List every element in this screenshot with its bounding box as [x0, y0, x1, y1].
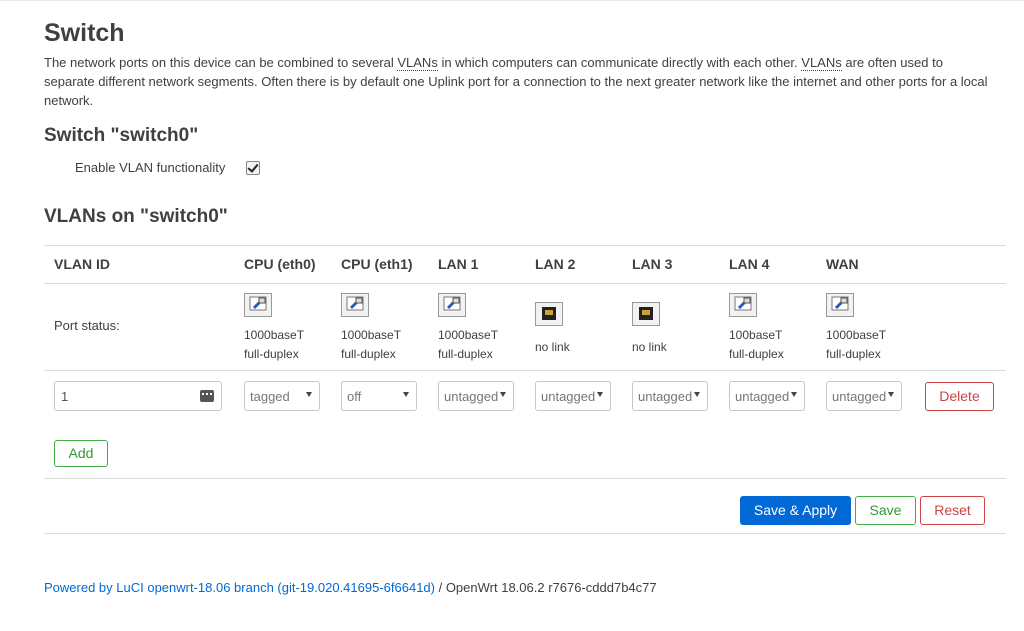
- port-status-divider: [44, 370, 1006, 371]
- select-cpu-eth0[interactable]: tagged: [244, 381, 320, 411]
- port-status-wan: 1000baseT full-duplex: [826, 293, 886, 364]
- table-top-border: [44, 245, 1006, 246]
- col-header-cpu-eth0: CPU (eth0): [244, 256, 316, 272]
- port-connected-icon: [826, 293, 854, 317]
- dropdown-arrow-icon: [888, 392, 894, 397]
- luci-link[interactable]: Powered by LuCI openwrt-18.06 branch (gi…: [44, 580, 435, 595]
- port-status-label: Port status:: [54, 318, 120, 333]
- col-header-lan1: LAN 1: [438, 256, 479, 272]
- page-title: Switch: [44, 19, 125, 47]
- port-status-cpu-eth1: 1000baseT full-duplex: [341, 293, 401, 364]
- dropdown-arrow-icon: [791, 392, 797, 397]
- col-header-wan: WAN: [826, 256, 859, 272]
- enable-vlan-checkbox[interactable]: [246, 160, 261, 175]
- port-connected-icon: [244, 293, 272, 317]
- page-description: The network ports on this device can be …: [44, 55, 988, 108]
- dropdown-arrow-icon: [694, 392, 700, 397]
- select-lan4[interactable]: untagged: [729, 381, 805, 411]
- dropdown-arrow-icon: [403, 392, 409, 397]
- select-wan[interactable]: untagged: [826, 381, 902, 411]
- vlan-id-value: 1: [61, 389, 69, 404]
- top-border: [0, 0, 1024, 1]
- select-lan2[interactable]: untagged: [535, 381, 611, 411]
- save-apply-button[interactable]: Save & Apply: [740, 496, 851, 525]
- actions-divider: [44, 533, 1006, 534]
- select-lan3[interactable]: untagged: [632, 381, 708, 411]
- port-status-cpu-eth0: 1000baseT full-duplex: [244, 293, 304, 364]
- dropdown-arrow-icon: [597, 392, 603, 397]
- keyboard-icon: [200, 390, 214, 402]
- enable-vlan-row: Enable VLAN functionality: [75, 160, 261, 175]
- port-disconnected-icon: [632, 302, 660, 326]
- port-connected-icon: [341, 293, 369, 317]
- port-status-lan2: no link: [535, 293, 570, 357]
- port-connected-icon: [729, 293, 757, 317]
- port-status-lan3: no link: [632, 293, 667, 357]
- col-header-lan3: LAN 3: [632, 256, 673, 272]
- port-connected-icon: [438, 293, 466, 317]
- port-status-lan1: 1000baseT full-duplex: [438, 293, 498, 364]
- table-bottom-border: [44, 478, 1006, 479]
- select-cpu-eth1[interactable]: off: [341, 381, 417, 411]
- vlans-heading: VLANs on "switch0": [44, 206, 228, 227]
- vlan-id-input[interactable]: 1: [54, 381, 222, 411]
- dropdown-arrow-icon: [500, 392, 506, 397]
- vlan-abbreviation: VLANs: [801, 55, 842, 71]
- col-header-lan4: LAN 4: [729, 256, 770, 272]
- switch-heading: Switch "switch0": [44, 125, 199, 146]
- vlan-abbreviation: VLANs: [397, 55, 438, 71]
- dropdown-arrow-icon: [306, 392, 312, 397]
- port-disconnected-icon: [535, 302, 563, 326]
- col-header-vlan-id: VLAN ID: [54, 256, 110, 272]
- reset-button[interactable]: Reset: [920, 496, 985, 525]
- footer: Powered by LuCI openwrt-18.06 branch (gi…: [44, 580, 657, 595]
- save-button[interactable]: Save: [855, 496, 916, 525]
- select-lan1[interactable]: untagged: [438, 381, 514, 411]
- col-header-cpu-eth1: CPU (eth1): [341, 256, 413, 272]
- col-header-lan2: LAN 2: [535, 256, 576, 272]
- add-vlan-button[interactable]: Add: [54, 440, 108, 467]
- footer-version: / OpenWrt 18.06.2 r7676-cddd7b4c77: [434, 580, 657, 595]
- delete-vlan-button[interactable]: Delete: [925, 382, 994, 411]
- header-divider: [44, 283, 1006, 284]
- enable-vlan-label: Enable VLAN functionality: [75, 160, 226, 175]
- port-status-lan4: 100baseT full-duplex: [729, 293, 784, 364]
